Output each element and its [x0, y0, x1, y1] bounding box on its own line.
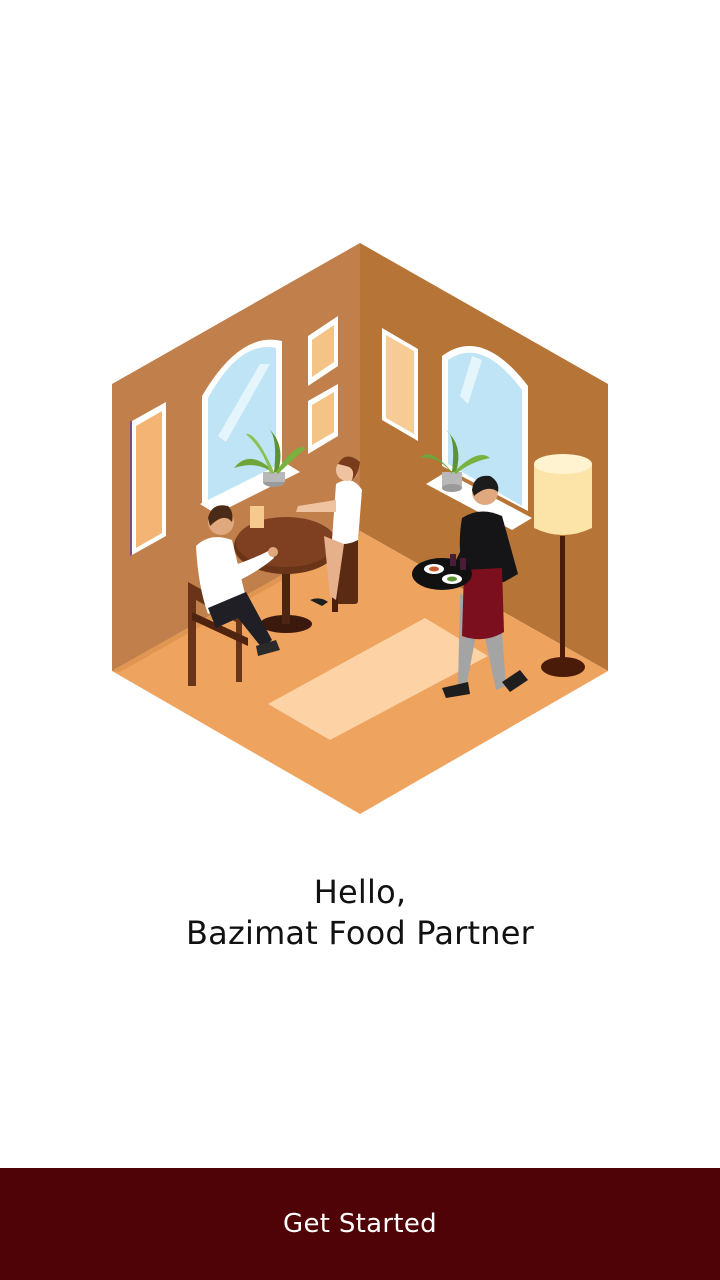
restaurant-illustration	[112, 243, 608, 814]
get-started-button[interactable]: Get Started	[0, 1168, 720, 1280]
greeting-hello: Hello,	[313, 873, 407, 911]
welcome-screen: Hello, Bazimat Food Partner Get Started	[0, 0, 720, 1280]
seated-woman	[332, 480, 362, 544]
napkin-holder	[250, 506, 264, 528]
welcome-greeting: Hello, Bazimat Food Partner	[0, 872, 720, 954]
greeting-partner: Bazimat Food Partner	[186, 914, 534, 952]
